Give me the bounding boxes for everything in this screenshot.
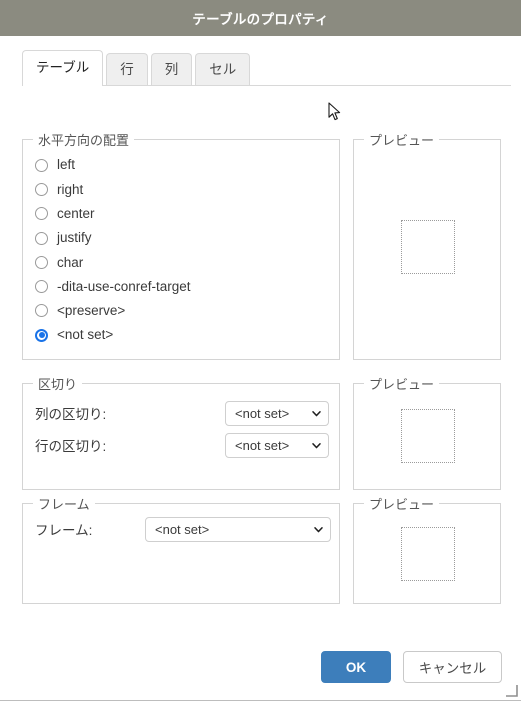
tab-column[interactable]: 列 <box>150 53 193 86</box>
frame-select[interactable]: <not set> <box>145 516 331 542</box>
preview-panel-frame: プレビュー <box>353 494 501 604</box>
preview-frame-canvas <box>354 513 500 603</box>
preview-separator-canvas <box>354 393 500 489</box>
radio-icon <box>35 231 48 245</box>
radio-option-justify-label: justify <box>57 230 92 246</box>
radio-option-justify[interactable]: justify <box>35 226 339 250</box>
preview-cell-box <box>401 220 455 274</box>
radio-option-preserve[interactable]: <preserve> <box>35 299 339 323</box>
radio-option-preserve-label: <preserve> <box>57 303 126 319</box>
radio-option-right[interactable]: right <box>35 177 339 201</box>
frame-label: フレーム: <box>35 523 93 538</box>
radio-icon <box>35 255 48 269</box>
preview-panel-separator: プレビュー <box>353 374 501 490</box>
radio-option-dita-use-conref-target[interactable]: -dita-use-conref-target <box>35 274 339 298</box>
tab-table-label: テーブル <box>36 60 90 76</box>
row-separator-value: <not set> <box>235 437 290 453</box>
horizontal-alignment-legend: 水平方向の配置 <box>38 133 130 148</box>
radio-option-dita-use-conref-target-label: -dita-use-conref-target <box>57 278 191 294</box>
row-separator-row: 行の区切り: <not set> <box>23 429 339 461</box>
preview-alignment-canvas <box>354 149 500 359</box>
dialog-title: テーブルのプロパティ <box>192 12 329 27</box>
ok-button[interactable]: OK <box>321 651 391 683</box>
radio-icon <box>35 280 48 294</box>
ok-button-label: OK <box>345 659 367 675</box>
radio-selected-icon <box>35 328 48 342</box>
radio-option-not-set[interactable]: <not set> <box>35 323 339 347</box>
frame-row: フレーム: <not set> <box>23 513 339 545</box>
separator-legend: 区切り <box>38 377 78 392</box>
radio-icon <box>35 158 48 172</box>
cancel-button-label: キャンセル <box>418 661 487 676</box>
preview-cell-box <box>401 409 455 463</box>
separator-group: 区切り 列の区切り: <not set> 行の区切り: <not set> <box>22 374 340 490</box>
chevron-down-icon <box>314 526 323 532</box>
column-separator-row: 列の区切り: <not set> <box>23 397 339 429</box>
tab-cell[interactable]: セル <box>195 53 251 86</box>
radio-option-char[interactable]: char <box>35 250 339 274</box>
radio-icon <box>35 182 48 196</box>
tab-panel-table: 水平方向の配置 left right center justify char -… <box>0 86 521 700</box>
radio-option-left[interactable]: left <box>35 153 339 177</box>
row-separator-select[interactable]: <not set> <box>225 432 329 458</box>
preview-cell-box <box>401 527 455 581</box>
chevron-down-icon <box>312 442 321 448</box>
dialog-footer: OK キャンセル <box>321 651 502 683</box>
column-separator-value: <not set> <box>235 405 290 421</box>
radio-option-char-label: char <box>57 254 84 270</box>
radio-icon <box>35 304 48 318</box>
dialog-body: テーブル 行 列 セル 水平方向の配置 left right center ju… <box>0 36 521 701</box>
alignment-radio-list: left right center justify char -dita-use… <box>23 149 339 347</box>
radio-option-center-label: center <box>57 205 95 221</box>
dialog-titlebar: テーブルのプロパティ <box>0 0 521 36</box>
frame-value: <not set> <box>155 521 210 537</box>
tab-cell-label: セル <box>209 61 237 77</box>
frame-legend: フレーム <box>38 497 90 512</box>
preview-separator-legend: プレビュー <box>369 377 435 392</box>
preview-alignment-legend: プレビュー <box>369 133 435 148</box>
chevron-down-icon <box>312 410 321 416</box>
row-separator-label: 行の区切り: <box>35 439 107 454</box>
tabstrip: テーブル 行 列 セル <box>22 50 511 87</box>
column-separator-label: 列の区切り: <box>35 407 107 422</box>
tab-column-label: 列 <box>164 61 179 77</box>
tab-row[interactable]: 行 <box>106 53 148 86</box>
preview-panel-alignment: プレビュー <box>353 130 501 360</box>
radio-option-not-set-label: <not set> <box>57 327 114 343</box>
tab-table[interactable]: テーブル <box>22 50 104 87</box>
cancel-button[interactable]: キャンセル <box>403 651 502 683</box>
horizontal-alignment-group: 水平方向の配置 left right center justify char -… <box>22 130 340 360</box>
column-separator-select[interactable]: <not set> <box>225 400 329 426</box>
radio-option-right-label: right <box>57 181 84 197</box>
radio-icon <box>35 207 48 221</box>
preview-frame-legend: プレビュー <box>369 497 435 512</box>
radio-option-left-label: left <box>57 157 76 173</box>
tab-row-label: 行 <box>120 61 134 77</box>
radio-option-center[interactable]: center <box>35 202 339 226</box>
resize-grip-icon[interactable] <box>505 684 518 697</box>
frame-group: フレーム フレーム: <not set> <box>22 494 340 604</box>
